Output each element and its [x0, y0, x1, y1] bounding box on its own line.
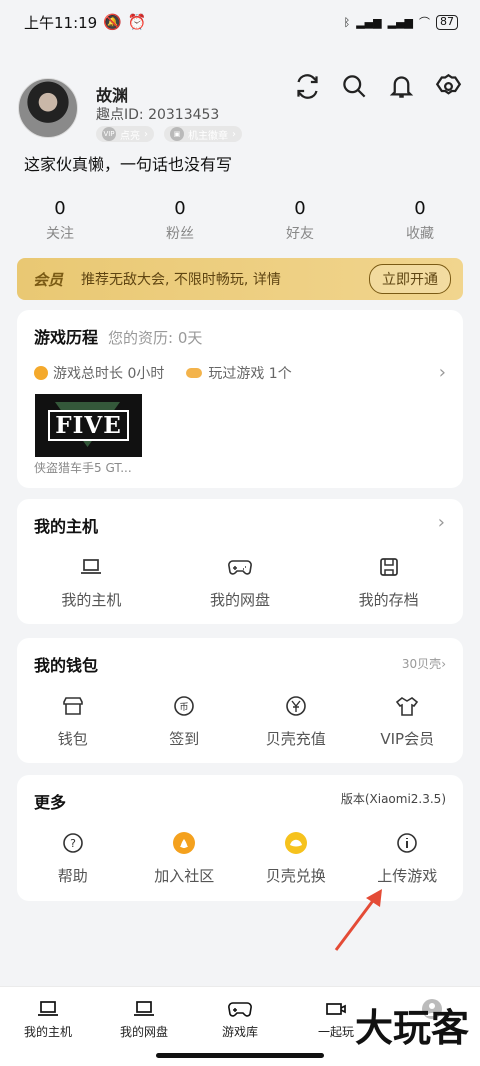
save-icon [377, 555, 401, 579]
wallet-title: 我的钱包 [34, 656, 99, 675]
user-bio: 这家伙真懒，一句话也没有写 [24, 155, 233, 174]
shell-balance[interactable]: 30贝壳› [402, 655, 446, 672]
gear-icon[interactable] [435, 73, 462, 100]
chevron-right-icon[interactable]: › [438, 512, 445, 533]
chevron-right-icon: › [438, 362, 446, 383]
shell-icon [284, 831, 308, 855]
wifi-icon: ⌒ [419, 16, 430, 29]
history-summary[interactable]: 游戏总时长 0小时 玩过游戏 1个 › [34, 362, 446, 383]
more-item-shell-exchange[interactable]: 贝壳兑换 [251, 831, 341, 886]
more-item-help[interactable]: ? 帮助 [28, 831, 118, 886]
stat-friends[interactable]: 0 好友 [240, 198, 360, 248]
history-qualification: 您的资历: 0天 [108, 329, 203, 347]
host-item-console[interactable]: 我的主机 [36, 555, 146, 610]
laptop-icon [0, 995, 96, 1023]
profile-header: 故渊 趣点ID: 20313453 VIP 点亮 › ▣ 机主徽章 › [18, 73, 462, 148]
stat-follow[interactable]: 0 关注 [0, 198, 120, 248]
yuan-icon [284, 694, 308, 718]
vip-icon: VIP [102, 127, 116, 141]
gamepad-icon [192, 995, 288, 1023]
avatar[interactable] [18, 78, 78, 138]
refresh-icon[interactable] [294, 73, 321, 100]
stat-favorites[interactable]: 0 收藏 [360, 198, 480, 248]
vip-badge[interactable]: VIP 点亮 › [96, 126, 154, 142]
mute-icon: 🔕 [103, 13, 122, 31]
user-id: 趣点ID: 20313453 [96, 107, 220, 123]
more-card: 更多 版本(Xiaomi2.3.5) ? 帮助 加入社区 贝壳兑换 上传游戏 [17, 775, 463, 901]
wallet-items: 钱包 币签到 贝壳充值 VIP会员 [17, 694, 463, 749]
top-action-icons [294, 73, 462, 100]
owner-badge[interactable]: ▣ 机主徽章 › [164, 126, 242, 142]
wallet-item-recharge[interactable]: 贝壳充值 [251, 694, 341, 749]
status-bar: 上午11:19 🔕 ⏰ ᛒ ▂▄▆ ▂▄▆ ⌒ 87 [0, 0, 480, 44]
console-icon: ▣ [170, 127, 184, 141]
stat-fans[interactable]: 0 粉丝 [120, 198, 240, 248]
game-history-card[interactable]: 游戏历程 您的资历: 0天 游戏总时长 0小时 玩过游戏 1个 › FIVE 侠盗… [17, 310, 463, 488]
vip-banner[interactable]: 会员 推荐无敌大会, 不限时畅玩, 详情 立即开通 [17, 258, 463, 300]
vip-title: 会员 [33, 270, 64, 289]
svg-text:?: ? [70, 837, 76, 850]
laptop-icon [79, 555, 103, 579]
user-name: 故渊 [96, 86, 129, 105]
version-label: 版本(Xiaomi2.3.5) [340, 792, 446, 806]
store-icon [61, 694, 85, 718]
chevron-right-icon: › [441, 657, 446, 671]
my-host-card: 我的主机 › 我的主机 我的网盘 我的存档 [17, 499, 463, 624]
home-indicator [156, 1053, 324, 1058]
status-time: 上午11:19 [24, 13, 98, 32]
laptop-icon [96, 995, 192, 1023]
gamepad-icon [228, 555, 252, 579]
host-title: 我的主机 [34, 517, 99, 536]
clock-icon [34, 365, 48, 380]
watermark: 大玩客 [354, 1005, 469, 1050]
alarm-icon: ⏰ [127, 13, 147, 31]
history-title: 游戏历程 您的资历: 0天 [34, 328, 203, 347]
game-title: 侠盗猎车手5 GT... [34, 461, 132, 475]
more-item-community[interactable]: 加入社区 [139, 831, 229, 886]
game-thumbnail[interactable]: FIVE [35, 394, 142, 457]
qq-icon [172, 831, 196, 855]
more-title: 更多 [34, 793, 67, 812]
host-items: 我的主机 我的网盘 我的存档 [17, 555, 463, 610]
wallet-item-checkin[interactable]: 币签到 [139, 694, 229, 749]
search-icon[interactable] [341, 73, 368, 100]
vip-activate-button[interactable]: 立即开通 [369, 264, 451, 294]
annotation-arrow-icon [334, 889, 382, 951]
nav-my-host[interactable]: 我的主机 [0, 995, 96, 1066]
host-item-cloud-drive[interactable]: 我的网盘 [185, 555, 295, 610]
more-items: ? 帮助 加入社区 贝壳兑换 上传游戏 [17, 831, 463, 886]
shirt-icon [395, 694, 419, 718]
wallet-card: 我的钱包 30贝壳› 钱包 币签到 贝壳充值 VIP会员 [17, 638, 463, 763]
info-icon [395, 831, 419, 855]
bell-icon[interactable] [388, 73, 415, 100]
badge-row: VIP 点亮 › ▣ 机主徽章 › [96, 126, 242, 142]
wallet-item-wallet[interactable]: 钱包 [28, 694, 118, 749]
vip-promo-text: 推荐无敌大会, 不限时畅玩, 详情 [81, 272, 281, 288]
bluetooth-icon: ᛒ [343, 15, 351, 29]
signal-icon-2: ▂▄▆ [387, 15, 413, 29]
svg-text:币: 币 [180, 702, 189, 713]
battery-indicator: 87 [436, 14, 458, 30]
gamepad-icon [186, 367, 203, 378]
help-icon: ? [61, 831, 85, 855]
host-item-saves[interactable]: 我的存档 [334, 555, 444, 610]
more-item-upload-game[interactable]: 上传游戏 [362, 831, 452, 886]
coin-icon: 币 [172, 694, 196, 718]
signal-icon: ▂▄▆ [356, 15, 382, 29]
user-stats: 0 关注 0 粉丝 0 好友 0 收藏 [0, 198, 480, 248]
wallet-item-vip[interactable]: VIP会员 [362, 694, 452, 749]
